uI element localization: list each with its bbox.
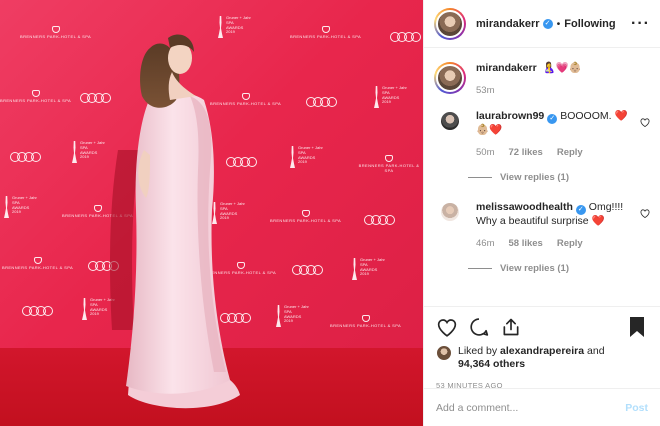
caption-time[interactable]: 53m xyxy=(476,85,494,96)
add-comment-bar: Post xyxy=(424,388,660,426)
verified-badge-icon: ✓ xyxy=(547,114,558,124)
more-options-icon[interactable]: ··· xyxy=(631,15,650,31)
comment-likes[interactable]: 58 likes xyxy=(508,238,542,249)
comment-bubble-icon[interactable] xyxy=(468,316,490,338)
caption-author-avatar[interactable] xyxy=(434,62,466,94)
comment-username[interactable]: melissawoodhealth xyxy=(476,201,573,213)
following-button[interactable]: Following xyxy=(564,18,615,30)
comment-like-heart-icon[interactable] xyxy=(640,209,650,218)
caption-username[interactable]: mirandakerr xyxy=(476,62,537,74)
likes-summary: Liked by alexandrapereira and 94,364 oth… xyxy=(436,345,648,371)
comment-username[interactable]: laurabrown99 xyxy=(476,110,544,122)
post-header: mirandakerr ✓ • Following ··· xyxy=(424,0,660,48)
caption: mirandakerr 🤱💗👶🏼 53m xyxy=(434,62,650,96)
commenter-avatar[interactable] xyxy=(439,201,461,223)
view-replies-button[interactable]: View replies (1) xyxy=(468,172,650,183)
reply-button[interactable]: Reply xyxy=(557,147,583,158)
save-bookmark-icon[interactable] xyxy=(626,316,648,338)
post-comment-button[interactable]: Post xyxy=(625,402,648,414)
liked-by-user[interactable]: alexandrapereira xyxy=(500,345,584,357)
reply-button[interactable]: Reply xyxy=(557,238,583,249)
liked-and-label: and xyxy=(587,345,605,357)
reply-line xyxy=(468,177,492,178)
share-icon[interactable] xyxy=(500,316,522,338)
comment-input[interactable] xyxy=(436,401,626,414)
likes-count[interactable]: 94,364 others xyxy=(458,358,525,370)
author-avatar[interactable] xyxy=(434,7,466,40)
caption-text: 🤱💗👶🏼 xyxy=(542,62,582,74)
action-bar xyxy=(436,313,648,341)
verified-badge-icon: ✓ xyxy=(542,18,553,29)
instagram-post: BRENNERS PARK-HOTEL & SPA BRENNERS PARK-… xyxy=(0,0,660,426)
comment-item: melissawoodhealth ✓ Omg!!!! Why a beautif… xyxy=(434,201,650,249)
author-username[interactable]: mirandakerr xyxy=(476,18,540,30)
comment-like-heart-icon[interactable] xyxy=(640,118,650,127)
post-actions: Liked by alexandrapereira and 94,364 oth… xyxy=(424,306,660,390)
separator-dot: • xyxy=(556,17,561,30)
view-replies-button[interactable]: View replies (1) xyxy=(468,263,650,274)
liker-avatar[interactable] xyxy=(436,345,452,361)
comment-time[interactable]: 50m xyxy=(476,147,494,158)
comment-time[interactable]: 46m xyxy=(476,238,494,249)
comment-likes[interactable]: 72 likes xyxy=(508,147,542,158)
author-info: mirandakerr ✓ • Following xyxy=(476,18,616,30)
comment-item: laurabrown99 ✓ BOOOOM. ❤️👶🏼❤️ 50m 72 like… xyxy=(434,110,650,158)
verified-badge-icon: ✓ xyxy=(575,205,586,215)
liked-by-label: Liked by xyxy=(458,345,498,357)
post-side-panel: mirandakerr ✓ • Following ··· mirandaker… xyxy=(423,0,660,426)
like-heart-icon[interactable] xyxy=(436,316,458,338)
commenter-avatar[interactable] xyxy=(439,110,461,132)
post-photo[interactable]: BRENNERS PARK-HOTEL & SPA BRENNERS PARK-… xyxy=(0,0,423,426)
woman-in-gown xyxy=(110,34,240,409)
reply-line xyxy=(468,268,492,269)
comments-list[interactable]: mirandakerr 🤱💗👶🏼 53m laurabrown99 ✓ BOOOO… xyxy=(424,48,660,306)
